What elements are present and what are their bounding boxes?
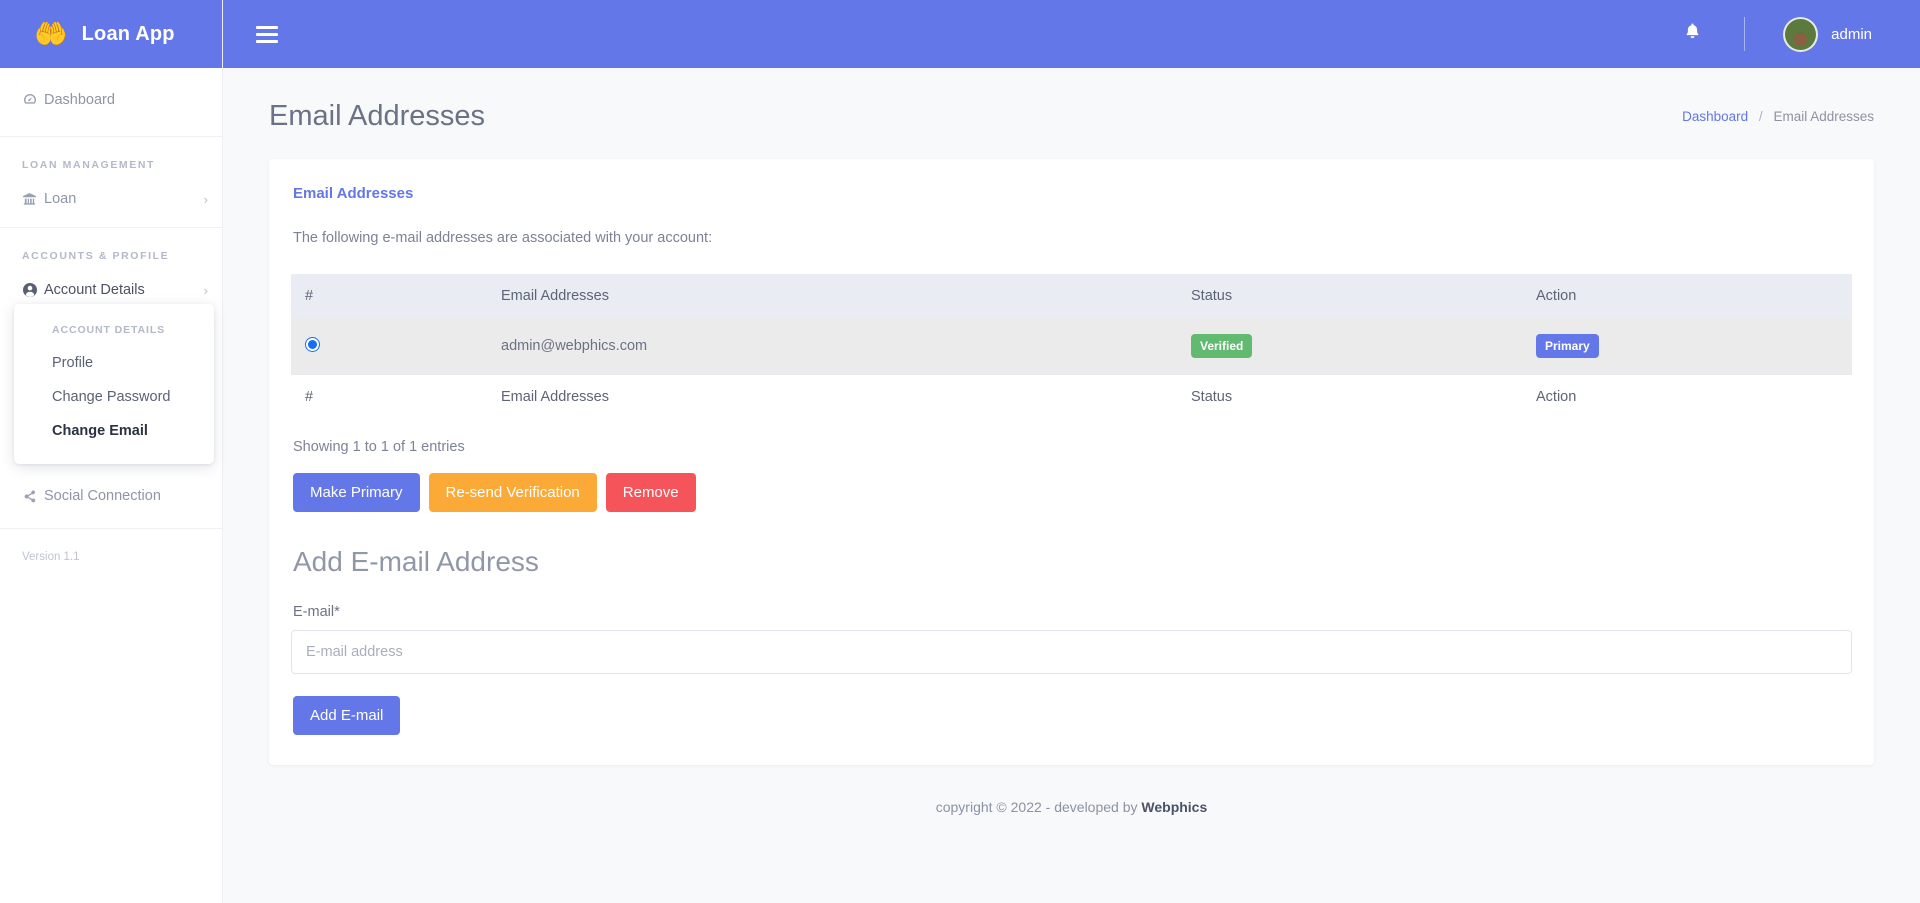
remove-button[interactable]: Remove	[605, 473, 696, 512]
breadcrumb-current: Email Addresses	[1773, 109, 1874, 124]
topbar-divider	[1744, 17, 1746, 51]
sidebar-item-label: Social Connection	[44, 488, 161, 504]
page-header: Email Addresses Dashboard / Email Addres…	[223, 68, 1920, 159]
hamburger-menu-icon[interactable]	[256, 25, 278, 43]
add-email-action: Add E-mail	[291, 674, 1852, 735]
email-field[interactable]	[291, 630, 1852, 674]
table-footer-row: # Email Addresses Status Action	[291, 374, 1852, 419]
brand-name: Loan App	[81, 22, 175, 45]
footer-column-email: Email Addresses	[501, 389, 609, 405]
card-description: The following e-mail addresses are assoc…	[293, 230, 713, 246]
row-email-cell: admin@webphics.com	[501, 338, 648, 354]
email-select-radio[interactable]	[305, 336, 320, 352]
sidebar-heading-loan-management: LOAN MANAGEMENT	[22, 159, 156, 171]
user-circle-icon	[22, 282, 44, 298]
row-action-cell: Primary	[1526, 318, 1852, 375]
avatar	[1783, 16, 1819, 52]
sidebar-section-social: Social Connection	[0, 468, 222, 529]
table-header-row: # Email Addresses Status Action	[291, 274, 1852, 318]
main-content: Email Addresses Dashboard / Email Addres…	[223, 68, 1920, 903]
sidebar-version: Version 1.1	[22, 551, 80, 563]
sidebar-item-label: Dashboard	[44, 92, 115, 108]
sidebar-item-account-details[interactable]: Account Details ›	[0, 272, 222, 308]
page-title: Email Addresses	[269, 100, 485, 132]
row-select-cell	[291, 318, 491, 375]
footer-column-action: Action	[1536, 389, 1577, 405]
footer-text: copyright © 2022 - developed by	[935, 799, 1142, 815]
make-primary-button[interactable]: Make Primary	[293, 473, 420, 512]
chevron-right-icon: ›	[203, 282, 208, 298]
submenu-item-profile[interactable]: Profile	[14, 346, 214, 380]
column-header-hash: #	[305, 288, 314, 304]
footer-column-status: Status	[1191, 389, 1233, 405]
breadcrumb-separator: /	[1758, 109, 1763, 124]
row-status-cell: Verified	[1181, 318, 1526, 375]
resend-verification-button[interactable]: Re-send Verification	[428, 473, 597, 512]
topbar: admin	[223, 0, 1920, 68]
money-hands-icon: 🤲	[34, 18, 68, 49]
showing-entries-text: Showing 1 to 1 of 1 entries	[293, 439, 465, 455]
email-addresses-table: # Email Addresses Status Action admin@we…	[291, 274, 1852, 419]
card-title: Email Addresses	[293, 185, 414, 202]
status-badge: Verified	[1191, 334, 1253, 358]
sidebar-item-label: Account Details	[44, 282, 145, 298]
brand-logo-area[interactable]: 🤲 Loan App	[0, 0, 222, 68]
account-details-submenu: ACCOUNT DETAILS Profile Change Password …	[14, 304, 214, 464]
user-menu[interactable]: admin	[1783, 16, 1872, 52]
dashboard-gauge-icon	[22, 92, 44, 108]
table-head: # Email Addresses Status Action	[291, 274, 1852, 318]
email-addresses-card: Email Addresses The following e-mail add…	[269, 159, 1874, 765]
table-body: admin@webphics.com Verified Primary	[291, 318, 1852, 375]
primary-badge: Primary	[1536, 334, 1599, 358]
email-field-label: E-mail*	[293, 604, 340, 620]
share-nodes-icon	[22, 489, 44, 504]
add-email-button[interactable]: Add E-mail	[293, 696, 401, 735]
footer-brand: Webphics	[1141, 799, 1208, 815]
sidebar-section-main: Dashboard	[0, 68, 222, 137]
footer: copyright © 2022 - developed by Webphics	[223, 765, 1920, 815]
sidebar-item-loan[interactable]: Loan ›	[0, 181, 222, 217]
table-actions: Make Primary Re-send Verification Remove	[291, 473, 1852, 512]
table-row: admin@webphics.com Verified Primary	[291, 318, 1852, 375]
submenu-item-change-email[interactable]: Change Email	[14, 414, 214, 448]
breadcrumb-dashboard-link[interactable]: Dashboard	[1682, 109, 1748, 124]
column-header-email: Email Addresses	[501, 288, 609, 304]
submenu-heading: ACCOUNT DETAILS	[52, 324, 166, 336]
bank-icon	[22, 192, 44, 207]
sidebar-section-loan-management: LOAN MANAGEMENT Loan ›	[0, 137, 222, 228]
username-label: admin	[1831, 25, 1872, 43]
sidebar: 🤲 Loan App Dashboard LOAN MANAGEMENT Loa…	[0, 0, 223, 903]
breadcrumb: Dashboard / Email Addresses	[1682, 109, 1874, 124]
chevron-right-icon: ›	[203, 191, 208, 207]
table-foot: # Email Addresses Status Action	[291, 374, 1852, 419]
sidebar-item-dashboard[interactable]: Dashboard	[0, 74, 222, 126]
footer-column-hash: #	[305, 389, 314, 405]
column-header-action: Action	[1536, 288, 1577, 304]
add-email-section-title: Add E-mail Address	[293, 546, 539, 577]
column-header-status: Status	[1191, 288, 1233, 304]
submenu-item-change-password[interactable]: Change Password	[14, 380, 214, 414]
sidebar-heading-accounts-profile: ACCOUNTS & PROFILE	[22, 250, 170, 262]
sidebar-item-social-connection[interactable]: Social Connection	[0, 474, 222, 518]
notification-bell-icon[interactable]	[1683, 22, 1702, 47]
sidebar-item-label: Loan	[44, 191, 77, 207]
